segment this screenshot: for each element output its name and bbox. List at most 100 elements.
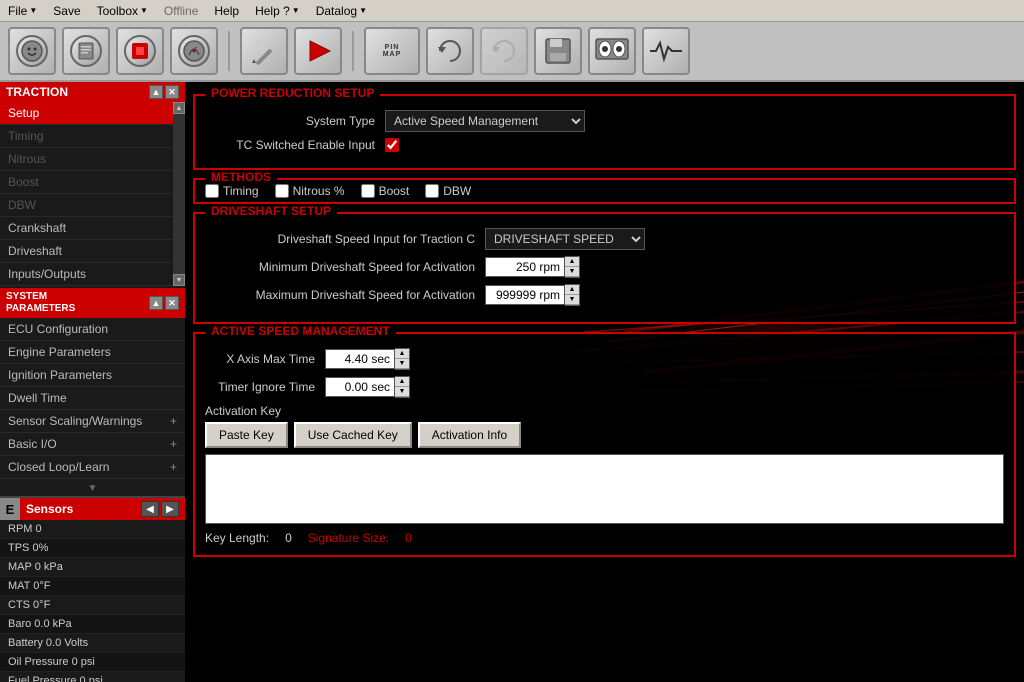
sidebar-item-dwell-time[interactable]: Dwell Time — [0, 387, 185, 410]
ds-input-row: Driveshaft Speed Input for Traction C DR… — [205, 228, 1004, 250]
power-reduction-title: POWER REDUCTION SETUP — [205, 86, 380, 100]
content-area: POWER REDUCTION SETUP System Type Active… — [185, 82, 1024, 682]
sidebar-item-ignition-params[interactable]: Ignition Parameters — [0, 364, 185, 387]
sidebar-item-timing[interactable]: Timing — [0, 125, 173, 148]
asm-x-axis-up[interactable]: ▲ — [395, 349, 409, 359]
ds-max-field[interactable] — [485, 285, 565, 305]
toolbar-btn-6[interactable] — [294, 27, 342, 75]
sensor-cts: CTS 0°F — [0, 596, 185, 615]
ds-min-row: Minimum Driveshaft Speed for Activation … — [205, 256, 1004, 278]
sidebar-item-crankshaft[interactable]: Crankshaft — [0, 217, 173, 240]
system-params-header: SYSTEMPARAMETERS ▲ ✕ — [0, 288, 185, 318]
tc-switched-checkbox[interactable] — [385, 138, 399, 152]
sidebar-scroll-down[interactable]: ▼ — [0, 481, 185, 496]
face-icon — [16, 35, 48, 67]
toolbar-btn-refresh2[interactable] — [480, 27, 528, 75]
toolbar-btn-3[interactable] — [116, 27, 164, 75]
method-dbw: DBW — [425, 184, 471, 198]
sidebar-item-ecu-config[interactable]: ECU Configuration — [0, 318, 185, 341]
method-boost: Boost — [361, 184, 410, 198]
sensor-oil-pressure: Oil Pressure 0 psi — [0, 653, 185, 672]
refresh-icon — [434, 35, 466, 67]
method-boost-checkbox[interactable] — [361, 184, 375, 198]
toolbar-btn-4[interactable] — [170, 27, 218, 75]
ds-input-label: Driveshaft Speed Input for Traction C — [205, 232, 485, 246]
sensors-next-btn[interactable]: ▶ — [161, 501, 179, 517]
sensor-map: MAP 0 kPa — [0, 558, 185, 577]
tc-switched-row: TC Switched Enable Input — [205, 138, 1004, 152]
asm-timer-label: Timer Ignore Time — [205, 380, 325, 394]
menu-save[interactable]: Save — [45, 2, 88, 20]
paste-key-button[interactable]: Paste Key — [205, 422, 288, 448]
asm-title: ACTIVE SPEED MANAGEMENT — [205, 324, 396, 338]
asm-x-axis-field[interactable] — [325, 349, 395, 369]
toolbar-btn-save[interactable] — [534, 27, 582, 75]
system-type-label: System Type — [205, 114, 385, 128]
sensors-list: RPM 0 TPS 0% MAP 0 kPa MAT 0°F CTS 0°F B… — [0, 520, 185, 682]
ds-max-up[interactable]: ▲ — [565, 285, 579, 295]
ds-max-down[interactable]: ▼ — [565, 295, 579, 305]
method-nitrous-checkbox[interactable] — [275, 184, 289, 198]
ds-max-input: ▲ ▼ — [485, 284, 580, 306]
sidebar-item-nitrous[interactable]: Nitrous — [0, 148, 173, 171]
menu-help-q[interactable]: Help ? ▼ — [247, 2, 308, 20]
sidebar-item-engine-params[interactable]: Engine Parameters — [0, 341, 185, 364]
pencil-icon — [248, 35, 280, 67]
system-type-select[interactable]: Active Speed Management Percentage Disab… — [385, 110, 585, 132]
sidebar: TRACTION ▲ ✕ Setup Timing Nitrous Boost … — [0, 82, 185, 682]
menu-toolbox[interactable]: Toolbox ▼ — [89, 2, 156, 20]
sidebar-item-driveshaft[interactable]: Driveshaft — [0, 240, 173, 263]
sidebar-item-inputs-outputs[interactable]: Inputs/Outputs — [0, 263, 173, 286]
gauge-icon — [178, 35, 210, 67]
ds-max-label: Maximum Driveshaft Speed for Activation — [205, 288, 485, 302]
sensor-baro: Baro 0.0 kPa — [0, 615, 185, 634]
ds-min-up[interactable]: ▲ — [565, 257, 579, 267]
ds-input-select[interactable]: DRIVESHAFT SPEED WHEEL SPEED — [485, 228, 645, 250]
traction-collapse-btn[interactable]: ▲ — [149, 85, 163, 99]
menu-file[interactable]: File ▼ — [0, 2, 45, 20]
sidebar-item-closed-loop[interactable]: Closed Loop/Learn + — [0, 456, 185, 479]
menu-offline[interactable]: Offline — [156, 2, 206, 20]
sidebar-item-sensor-scaling[interactable]: Sensor Scaling/Warnings + — [0, 410, 185, 433]
sidebar-item-basic-io[interactable]: Basic I/O + — [0, 433, 185, 456]
sensors-prev-btn[interactable]: ◀ — [141, 501, 159, 517]
ds-min-down[interactable]: ▼ — [565, 267, 579, 277]
traction-header: TRACTION ▲ ✕ — [0, 82, 185, 102]
monitor-icon — [594, 35, 630, 67]
toolbar-btn-5[interactable] — [240, 27, 288, 75]
sidebar-item-setup[interactable]: Setup — [0, 102, 173, 125]
pin-map-button[interactable]: PIN MAP — [364, 27, 420, 75]
asm-x-axis-down[interactable]: ▼ — [395, 359, 409, 369]
toolbar-btn-ecg[interactable] — [642, 27, 690, 75]
sensors-e-label: E — [0, 498, 20, 520]
activation-info-button[interactable]: Activation Info — [418, 422, 521, 448]
use-cached-key-button[interactable]: Use Cached Key — [294, 422, 412, 448]
tc-switched-label: TC Switched Enable Input — [205, 138, 385, 152]
power-reduction-content: System Type Active Speed Management Perc… — [195, 96, 1014, 168]
toolbar-btn-1[interactable] — [8, 27, 56, 75]
toolbar-btn-refresh[interactable] — [426, 27, 474, 75]
system-params-items: ECU Configuration Engine Parameters Igni… — [0, 318, 185, 479]
toolbar-btn-monitor[interactable] — [588, 27, 636, 75]
asm-timer-up[interactable]: ▲ — [395, 377, 409, 387]
sensors-panel: E Sensors ◀ ▶ RPM 0 TPS 0% MAP 0 kPa MAT… — [0, 496, 185, 682]
sys-params-close-btn[interactable]: ✕ — [165, 296, 179, 310]
asm-timer-down[interactable]: ▼ — [395, 387, 409, 397]
traction-close-btn[interactable]: ✕ — [165, 85, 179, 99]
sensor-fuel-pressure: Fuel Pressure 0 psi — [0, 672, 185, 682]
asm-timer-field[interactable] — [325, 377, 395, 397]
activation-key-textarea[interactable] — [205, 454, 1004, 524]
sidebar-item-boost[interactable]: Boost — [0, 171, 173, 194]
menu-help[interactable]: Help — [206, 2, 247, 20]
menu-datalog[interactable]: Datalog ▼ — [308, 2, 375, 20]
ds-min-field[interactable] — [485, 257, 565, 277]
traction-scrollbar[interactable]: ▲ ▼ — [173, 102, 185, 286]
method-dbw-checkbox[interactable] — [425, 184, 439, 198]
method-timing-checkbox[interactable] — [205, 184, 219, 198]
sidebar-item-dbw[interactable]: DBW — [0, 194, 173, 217]
ds-max-row: Maximum Driveshaft Speed for Activation … — [205, 284, 1004, 306]
toolbar-btn-2[interactable] — [62, 27, 110, 75]
activation-key-label: Activation Key — [205, 404, 1004, 418]
toolbar-separator-2 — [352, 31, 354, 71]
sys-params-collapse-btn[interactable]: ▲ — [149, 296, 163, 310]
